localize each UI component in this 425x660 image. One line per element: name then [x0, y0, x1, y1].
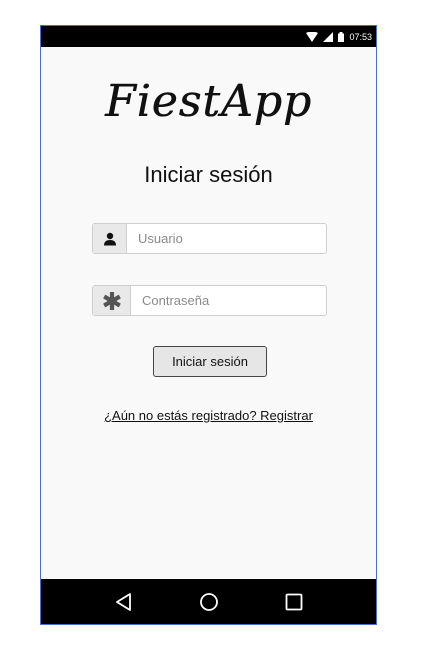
wifi-icon [306, 31, 319, 42]
battery-icon [338, 31, 345, 42]
status-bar: 07:53 [41, 26, 376, 47]
password-input[interactable] [131, 286, 326, 315]
recents-icon[interactable] [280, 588, 308, 616]
password-field [92, 285, 327, 316]
username-field [92, 223, 327, 254]
username-input[interactable] [127, 224, 326, 253]
back-icon[interactable] [110, 588, 138, 616]
home-icon[interactable] [195, 588, 223, 616]
login-button[interactable]: Iniciar sesión [153, 346, 267, 377]
navigation-bar [41, 579, 376, 624]
register-link[interactable]: ¿Aún no estás registrado? Registrar [41, 408, 376, 423]
status-time: 07:53 [349, 31, 372, 42]
user-icon [93, 224, 127, 253]
app-logo: FiestApp [104, 76, 312, 127]
phone-frame: 07:53 FiestApp Iniciar sesión Iniciar se… [40, 25, 377, 625]
asterisk-icon [93, 286, 131, 315]
signal-icon [323, 31, 334, 42]
page-title: Iniciar sesión [144, 162, 273, 187]
